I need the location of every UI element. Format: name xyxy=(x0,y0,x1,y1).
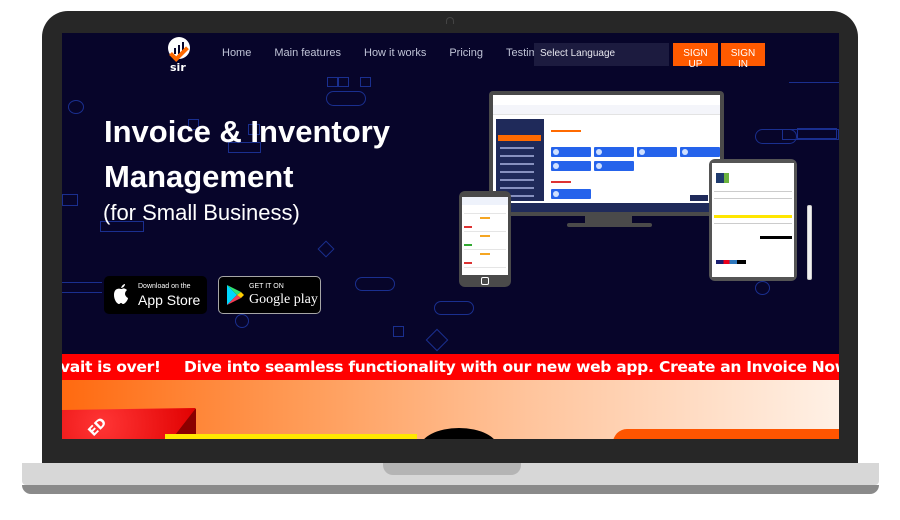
ticker-item: Dive into seamless functionality with ou… xyxy=(184,358,654,376)
phone-row xyxy=(464,213,506,214)
mockup-card xyxy=(551,161,591,171)
mockup-heading xyxy=(551,181,571,183)
deco-square xyxy=(393,326,404,337)
hero-title-line2: Management xyxy=(104,159,294,194)
logo-text: sir xyxy=(170,61,186,74)
laptop-base-bottom xyxy=(22,485,879,494)
deco-square xyxy=(338,77,349,87)
phone-status xyxy=(464,262,472,264)
deco-squares xyxy=(782,129,839,140)
tablet-mockup xyxy=(709,159,797,281)
top-nav: sir Home Main features How it works Pric… xyxy=(62,33,839,77)
mockup-card xyxy=(680,147,720,157)
deco-line xyxy=(62,282,102,283)
phone-badge xyxy=(480,253,490,255)
ticker-item: vait is over! xyxy=(62,358,161,376)
desktop-mockup xyxy=(489,91,724,216)
phone-status xyxy=(464,244,472,246)
mockup-card xyxy=(551,147,591,157)
tablet-total-bar xyxy=(760,236,792,239)
deco-pill xyxy=(355,277,395,291)
phone-badge xyxy=(480,235,490,237)
mockup-sidebar-active xyxy=(498,135,541,141)
brand-logo[interactable]: sir xyxy=(165,37,195,75)
promo-banner: ED xyxy=(62,380,839,439)
mockup-sidebar-item xyxy=(500,163,534,165)
promo-black-shape xyxy=(420,428,498,439)
laptop-notch xyxy=(383,463,521,475)
hero-subtitle: (for Small Business) xyxy=(103,200,300,225)
google-play-big-text: Google play xyxy=(249,292,318,307)
deco-line xyxy=(789,82,839,83)
mockup-card xyxy=(551,189,591,199)
mockup-sidebar-item xyxy=(500,147,534,149)
sign-up-button[interactable]: SIGN UP xyxy=(673,43,718,70)
phone-header xyxy=(462,197,508,205)
laptop-screen: sir Home Main features How it works Pric… xyxy=(62,33,839,439)
desktop-mockup-screen xyxy=(493,95,720,212)
hero-title: Invoice & Inventory Management xyxy=(104,109,390,199)
phone-row xyxy=(464,249,506,250)
deco-pill xyxy=(434,301,474,315)
mockup-sidebar-item xyxy=(500,179,534,181)
mockup-sidebar-item xyxy=(500,171,534,173)
phone-status xyxy=(464,226,472,228)
sign-in-button[interactable]: SIGN IN xyxy=(721,43,765,70)
nav-link-home[interactable]: Home xyxy=(222,47,251,59)
phone-row xyxy=(464,267,506,268)
app-store-big-text: App Store xyxy=(138,292,201,308)
deco-diamond xyxy=(317,240,335,258)
nav-link-main-features[interactable]: Main features xyxy=(274,47,341,59)
deco-square xyxy=(360,77,371,87)
tablet-line xyxy=(714,223,792,224)
mockup-card xyxy=(594,161,634,171)
deco-diamond xyxy=(425,328,449,352)
promo-orange-button[interactable] xyxy=(613,429,839,439)
mockup-footer xyxy=(493,203,720,212)
mockup-topbar xyxy=(493,105,720,115)
laptop-camera xyxy=(446,17,454,24)
deco-circle xyxy=(755,281,770,295)
mockup-sidebar xyxy=(496,119,544,201)
mockup-heading xyxy=(551,130,581,132)
mockup-card xyxy=(637,147,677,157)
tablet-mockup-screen xyxy=(712,163,794,277)
mockup-sidebar-item xyxy=(500,155,534,157)
nav-link-how-it-works[interactable]: How it works xyxy=(364,47,426,59)
deco-pill xyxy=(326,91,366,106)
tablet-line xyxy=(714,191,792,192)
google-play-icon xyxy=(227,285,244,305)
deco-circle xyxy=(68,100,84,114)
tablet-payment-logos xyxy=(716,260,746,264)
hero-title-line1: Invoice & Inventory xyxy=(104,114,390,149)
mockup-sidebar-item xyxy=(500,187,534,189)
deco-square xyxy=(62,194,78,206)
deco-line xyxy=(62,292,102,293)
apple-icon xyxy=(114,284,128,304)
phone-mockup xyxy=(459,191,511,287)
phone-mockup-screen xyxy=(462,197,508,275)
phone-home-button xyxy=(481,277,489,285)
page: sir Home Main features How it works Pric… xyxy=(0,0,900,520)
google-play-button[interactable]: GET IT ON Google play xyxy=(218,276,321,314)
stylus-pen xyxy=(807,205,812,280)
ticker-item: Create an Invoice Now xyxy=(659,358,839,376)
phone-row xyxy=(464,231,506,232)
tablet-invoice-logo xyxy=(716,173,729,183)
phone-badge xyxy=(480,217,490,219)
app-store-button[interactable]: Download on the App Store xyxy=(104,276,207,314)
deco-circle xyxy=(235,314,249,328)
deco-square xyxy=(327,77,338,87)
mockup-card xyxy=(594,147,634,157)
announcement-ticker[interactable]: vait is over! Dive into seamless functio… xyxy=(62,354,839,380)
language-select[interactable]: Select Language xyxy=(534,43,669,66)
desktop-base xyxy=(567,223,652,227)
promo-yellow-bar xyxy=(165,434,417,439)
mockup-create-button xyxy=(690,195,708,201)
tablet-table-header xyxy=(714,215,792,218)
nav-link-pricing[interactable]: Pricing xyxy=(449,47,483,59)
app-store-small-text: Download on the xyxy=(138,283,191,290)
google-play-small-text: GET IT ON xyxy=(249,283,284,290)
tablet-line xyxy=(714,198,792,199)
